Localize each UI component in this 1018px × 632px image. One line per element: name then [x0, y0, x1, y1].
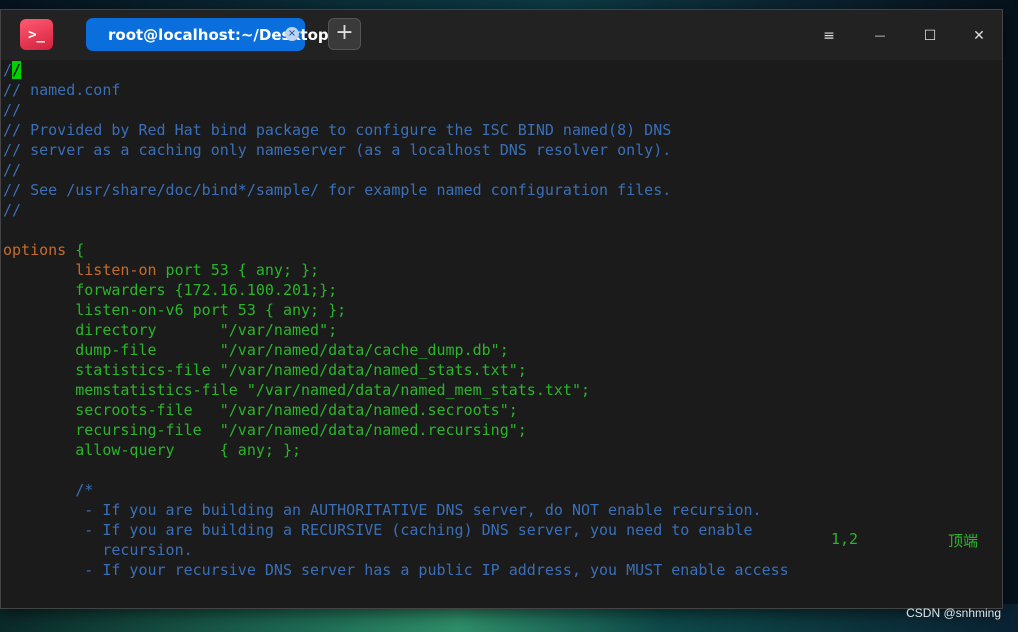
editor-line: listen-on-v6 port 53 { any; }; [3, 301, 347, 319]
new-tab-button[interactable]: + [328, 18, 361, 50]
menu-icon[interactable]: ≡ [817, 27, 841, 45]
editor-line: secroots-file "/var/named/data/named.sec… [3, 401, 518, 419]
terminal-text-area[interactable]: //// named.conf//// Provided by Red Hat … [3, 60, 999, 608]
terminal-window: >_ root@localhost:~/Desktop × + ≡ — ☐ ✕ … [0, 9, 1003, 609]
editor-line: memstatistics-file "/var/named/data/name… [3, 381, 590, 399]
editor-line: forwarders {172.16.100.201;}; [3, 281, 338, 299]
editor-line: directory "/var/named"; [3, 321, 338, 339]
editor-line: /* [3, 481, 94, 499]
editor-line: // named.conf [3, 81, 121, 99]
editor-line: // [3, 161, 22, 179]
editor-line: // [3, 201, 22, 219]
editor-line: - If your recursive DNS server has a pub… [3, 561, 789, 579]
title-bar: >_ root@localhost:~/Desktop × + ≡ — ☐ ✕ [1, 10, 1002, 60]
editor-line: // [3, 60, 22, 80]
scroll-position-status: 顶端 [948, 532, 979, 550]
terminal-app-icon: >_ [20, 19, 53, 50]
text-cursor: / [12, 61, 22, 79]
editor-line: - If you are building a RECURSIVE (cachi… [3, 521, 753, 539]
maximize-button[interactable]: ☐ [918, 27, 942, 45]
line-text: / [3, 61, 13, 79]
editor-line: // server as a caching only nameserver (… [3, 141, 672, 159]
editor-line: recursion. [3, 541, 193, 559]
editor-line: // Provided by Red Hat bind package to c… [3, 121, 672, 139]
close-tab-icon[interactable]: × [285, 27, 299, 41]
editor-line: recursing-file "/var/named/data/named.re… [3, 421, 527, 439]
editor-line: listen-on port 53 { any; }; [3, 260, 319, 280]
editor-line: // See /usr/share/doc/bind*/sample/ for … [3, 181, 672, 199]
close-window-button[interactable]: ✕ [967, 27, 991, 45]
keyword: options [3, 241, 67, 259]
editor-line: // [3, 101, 22, 119]
cursor-position-status: 1,2 [831, 530, 859, 548]
line-text: port 53 { any; }; [156, 261, 320, 279]
line-text: { [66, 241, 85, 259]
editor-line: options { [3, 240, 84, 260]
editor-line: dump-file "/var/named/data/cache_dump.db… [3, 341, 509, 359]
editor-line: - If you are building an AUTHORITATIVE D… [3, 501, 762, 519]
tab-root-localhost-desktop[interactable]: root@localhost:~/Desktop × [86, 18, 329, 51]
keyword: listen-on [75, 261, 157, 279]
minimize-button[interactable]: — [868, 27, 892, 45]
editor-line: allow-query { any; }; [3, 441, 302, 459]
watermark: CSDN @snhming [906, 606, 1001, 620]
editor-line: statistics-file "/var/named/data/named_s… [3, 361, 527, 379]
